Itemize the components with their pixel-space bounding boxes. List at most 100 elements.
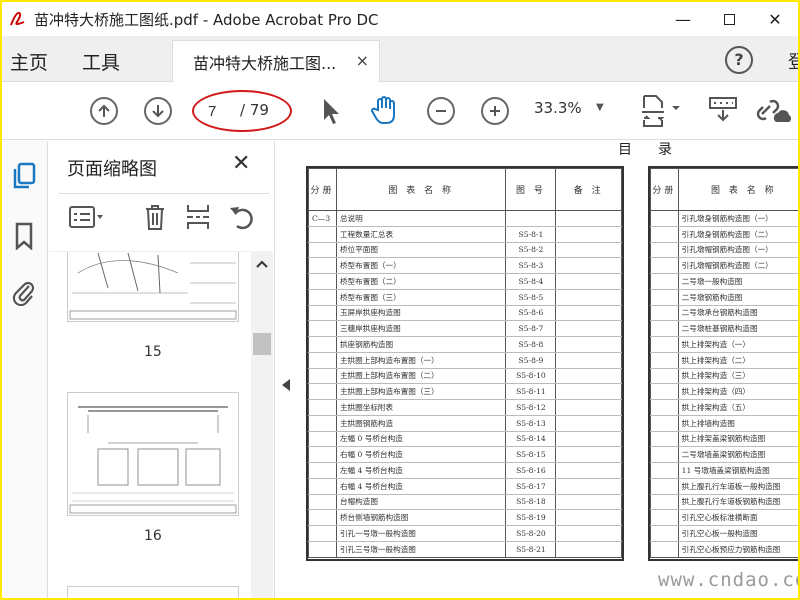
thumbnail-list: 15 16 <box>49 251 251 598</box>
drawing-name-cell: 二号墩墙盖梁钢筋构造图 <box>677 446 798 463</box>
table-row: 玉屏岸拱座构造图 S5-8-6 <box>308 305 622 322</box>
table-row: 三穗岸拱座构造图 S5-8-7 <box>308 320 622 337</box>
page-thumbnail-17[interactable] <box>67 586 239 598</box>
volume-cell <box>308 289 337 306</box>
drawing-number-cell: S5-8-15 <box>505 446 557 463</box>
acrobat-app-icon[interactable] <box>8 10 30 28</box>
remark-cell <box>555 305 622 322</box>
bookmarks-tab[interactable] <box>10 221 38 251</box>
drawing-name-cell: 左幅 4 号桥台构造 <box>335 462 507 479</box>
page-thumbnail-15[interactable] <box>67 252 239 322</box>
table-row: 主拱圈上部构造布置图（二） S5-8-10 <box>308 368 622 385</box>
drawing-number-cell: S5-8-20 <box>505 525 557 542</box>
drawing-name-cell: 主拱圈上部构造布置图（三） <box>335 383 507 400</box>
attachments-tab[interactable] <box>10 277 38 307</box>
page-heading-right: 录 <box>658 142 672 158</box>
volume-cell <box>650 289 679 306</box>
volume-cell <box>308 478 337 495</box>
drawing-number-cell: S5-8-16 <box>505 462 557 479</box>
drawing-name-cell: 桥型布置图（一） <box>335 257 507 274</box>
previous-page-button[interactable] <box>90 97 118 125</box>
close-panel-icon[interactable]: ✕ <box>232 151 250 176</box>
remark-cell <box>555 210 622 227</box>
link-cloud-icon[interactable] <box>756 96 794 126</box>
table-row: 引孔墩身钢筋构造图（二） <box>650 226 798 243</box>
panel-toolbar <box>59 193 269 239</box>
keyboard-icon[interactable] <box>708 96 738 124</box>
table-row: 台帽构造图 S5-8-18 <box>308 494 622 511</box>
remark-cell <box>555 289 622 306</box>
zoom-dropdown-icon[interactable]: ▼ <box>596 102 604 113</box>
rotate-icon[interactable] <box>227 204 255 230</box>
table-row: 引孔墩帽钢筋构造图（二） <box>650 257 798 274</box>
minimize-button[interactable]: — <box>660 2 706 36</box>
drawing-name-cell: 拱上排架构造（三） <box>677 368 798 385</box>
paperclip-icon <box>12 281 35 306</box>
window-title: 苗冲特大桥施工图纸.pdf - Adobe Acrobat Pro DC <box>34 10 379 29</box>
close-tab-icon[interactable]: × <box>356 51 369 70</box>
drawing-name-cell: 拱上排架构造（二） <box>677 352 798 369</box>
remark-cell <box>555 415 622 432</box>
drawing-number-cell: S5-8-13 <box>505 415 557 432</box>
zoom-out-button[interactable] <box>427 97 455 125</box>
drawing-number-cell: S5-8-18 <box>505 494 557 511</box>
volume-cell <box>650 494 679 511</box>
table-row: 桥型布置图（二） S5-8-4 <box>308 273 622 290</box>
drawing-name-cell: 右幅 4 号桥台构造 <box>335 478 507 495</box>
table-row: 主拱圈坐标附表 S5-8-12 <box>308 399 622 416</box>
volume-cell <box>650 462 679 479</box>
zoom-in-button[interactable] <box>481 97 509 125</box>
select-pointer-icon[interactable] <box>320 96 342 126</box>
drawing-name-cell: 引孔墩帽钢筋构造图（一） <box>677 242 798 259</box>
drawing-name-cell: 主拱圈坐标附表 <box>335 399 507 416</box>
drawing-thumbnail <box>69 406 237 514</box>
close-button[interactable]: ✕ <box>752 2 798 36</box>
table-row: 工程数量汇总表 S5-8-1 <box>308 226 622 243</box>
maximize-button[interactable] <box>706 2 752 36</box>
help-icon[interactable]: ? <box>725 46 753 74</box>
red-highlight-ellipse <box>192 90 292 132</box>
page-thumbnails-tab[interactable] <box>10 161 38 191</box>
thumbnail-scrollbar[interactable] <box>251 251 273 598</box>
table-row: 拱上排架构造（四） <box>650 383 798 400</box>
drawing-name-cell: 主拱圈上部构造布置图（二） <box>335 368 507 385</box>
volume-cell <box>308 226 337 243</box>
insert-page-icon[interactable] <box>185 203 211 231</box>
page-thumbnail-16[interactable] <box>67 392 239 516</box>
scrollbar-thumb[interactable] <box>253 333 271 355</box>
volume-cell <box>650 525 679 542</box>
zoom-level[interactable]: 33.3% <box>534 99 582 117</box>
table-row: 引孔三号墩一般构造图 S5-8-21 <box>308 541 622 558</box>
collapse-panel-icon[interactable] <box>282 379 290 391</box>
drawing-number-cell: S5-8-7 <box>505 320 557 337</box>
options-menu-icon[interactable] <box>69 206 105 228</box>
table-row: 引孔墩帽钢筋构造图（一） <box>650 242 798 259</box>
document-tab[interactable]: 苗冲特大桥施工图... × <box>172 40 380 82</box>
next-page-button[interactable] <box>144 97 172 125</box>
table-row: 引孔一号墩一般构造图 S5-8-20 <box>308 525 622 542</box>
page-number-label: 15 <box>144 344 162 360</box>
drawing-number-cell: S5-8-6 <box>505 305 557 322</box>
volume-cell <box>308 446 337 463</box>
menu-tools[interactable]: 工具 <box>82 48 120 75</box>
login-link[interactable]: 登 <box>788 48 798 74</box>
menu-home[interactable]: 主页 <box>10 48 48 75</box>
table-row: 引孔空心板标准横断面 <box>650 509 798 526</box>
page-heading-left: 目 <box>618 142 632 158</box>
drawing-name-cell: 11 号墩墙盖梁钢筋构造图 <box>677 462 798 479</box>
page-fit-icon[interactable] <box>640 94 686 128</box>
volume-cell <box>308 273 337 290</box>
delete-icon[interactable] <box>143 203 167 231</box>
volume-cell <box>650 383 679 400</box>
remark-cell <box>555 494 622 511</box>
arrow-down-icon <box>152 105 164 118</box>
document-viewport[interactable]: 目 录 分册 图 表 名 称 图 号 备 注 C—3 总说明 工程数量汇总表 S5-8… <box>276 141 798 598</box>
remark-cell <box>555 383 622 400</box>
volume-cell <box>308 509 337 526</box>
drawing-name-cell: 桥位平面图 <box>335 242 507 259</box>
volume-cell: C—3 <box>308 210 337 227</box>
scroll-up-icon[interactable] <box>255 259 269 269</box>
volume-cell <box>650 305 679 322</box>
hand-tool-icon[interactable] <box>370 94 400 126</box>
drawing-name-cell: 拱座钢筋构造图 <box>335 336 507 353</box>
